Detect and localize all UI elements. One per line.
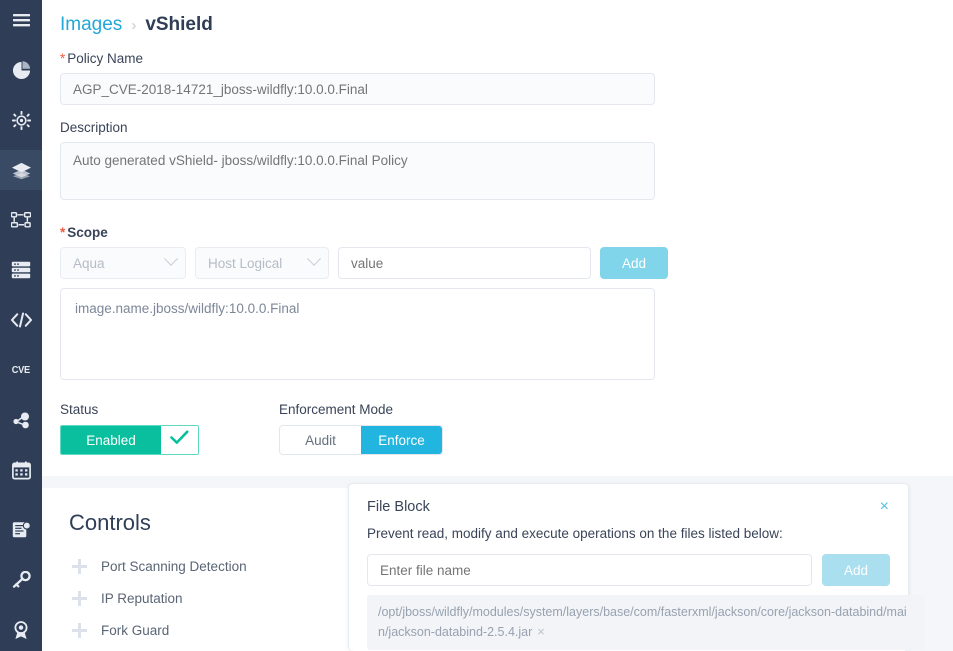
scope-required-asterisk: * [60, 225, 66, 240]
sidebar-item-infrastructure[interactable] [0, 250, 42, 290]
workflow-icon [11, 211, 31, 229]
file-block-input-row: Add [367, 554, 890, 586]
file-block-list-item: /opt/jboss/wildfly/modules/system/layers… [367, 595, 925, 650]
enforcement-label: Enforcement Mode [279, 402, 394, 417]
status-enforcement-row: Status Enabled Enforcement Mode Audit En… [42, 402, 953, 455]
breadcrumb-link-images[interactable]: Images [60, 14, 122, 36]
control-item-label: Port Scanning Detection [101, 558, 247, 574]
sidebar-item-compliance[interactable] [0, 610, 42, 650]
breadcrumb-current: vShield [145, 14, 213, 35]
check-icon [170, 430, 189, 450]
sidebar-item-scheduler[interactable] [0, 450, 42, 490]
plus-icon [72, 558, 87, 574]
plus-icon [72, 590, 87, 606]
hamburger-icon [12, 13, 30, 27]
sidebar-item-workflows[interactable] [0, 200, 42, 240]
sidebar-item-settings-wheel[interactable] [0, 100, 42, 140]
scope-attribute-value: Host Logical [208, 255, 283, 271]
plus-icon [72, 622, 87, 638]
file-block-header: File Block × [367, 499, 890, 516]
file-block-description: Prevent read, modify and execute operati… [367, 526, 783, 541]
control-item-label: Fork Guard [101, 622, 170, 638]
description-textarea[interactable] [60, 142, 655, 200]
sidebar-item-images[interactable] [0, 150, 42, 190]
chevron-down-icon [306, 251, 322, 266]
scope-provider-select[interactable]: Aqua [60, 247, 186, 279]
file-block-title: File Block [367, 499, 430, 515]
remove-file-icon[interactable]: × [537, 624, 545, 639]
policy-name-field: * Policy Name [42, 51, 953, 105]
status-group: Status Enabled [60, 402, 221, 455]
enforcement-option-audit[interactable]: Audit [280, 426, 361, 454]
scope-expression-box[interactable]: image.name.jboss/wildfly:10.0.0.Final [60, 288, 655, 380]
file-path-text: /opt/jboss/wildfly/modules/system/layers… [378, 605, 907, 639]
status-label: Status [60, 402, 99, 417]
report-icon [12, 521, 31, 539]
policy-name-label-text: Policy Name [67, 51, 144, 66]
policy-form-card: Images › vShield *Policy Name Descriptio… [42, 0, 953, 476]
required-asterisk: * [60, 51, 66, 66]
file-name-input[interactable] [367, 554, 813, 586]
scope-attribute-select[interactable]: Host Logical [195, 247, 329, 279]
bottom-section: Controls Port Scanning Detection IP Repu… [42, 483, 953, 651]
scope-controls-row: Aqua Host Logical Add [60, 247, 953, 279]
enforcement-segmented-control: Audit Enforce [279, 425, 443, 455]
scope-expression-text: image.name.jboss/wildfly:10.0.0.Final [75, 301, 300, 316]
server-icon [11, 261, 31, 279]
scope-value-input[interactable] [338, 247, 591, 279]
policy-name-input[interactable] [60, 73, 655, 105]
status-toggle[interactable]: Enabled [60, 425, 199, 455]
status-toggle-check[interactable] [161, 426, 198, 454]
sidebar-item-vulnerabilities[interactable]: CVE [0, 350, 42, 390]
description-label: Description [60, 120, 128, 135]
description-field: Description [42, 120, 953, 205]
enforcement-group: Enforcement Mode Audit Enforce [279, 402, 443, 455]
sidebar-item-reports[interactable] [0, 510, 42, 550]
scope-provider-value: Aqua [73, 255, 105, 271]
sidebar-item-dashboard[interactable] [0, 50, 42, 90]
scope-label: * Scope [60, 225, 953, 240]
scope-add-button[interactable]: Add [600, 247, 668, 279]
breadcrumb: Images › vShield [42, 0, 953, 36]
sidebar-item-clusters[interactable] [0, 400, 42, 440]
chevron-down-icon [163, 251, 179, 266]
ship-wheel-icon [11, 110, 31, 130]
enforcement-option-enforce[interactable]: Enforce [361, 426, 442, 454]
app-root: CVE Images › vShield * Policy Name AGP_C… [0, 0, 953, 651]
main-content: Images › vShield *Policy Name Descriptio… [42, 0, 953, 651]
layers-icon [11, 161, 32, 180]
molecule-icon [11, 412, 31, 429]
sidebar-item-code[interactable] [0, 300, 42, 340]
award-icon [12, 620, 30, 640]
close-icon[interactable]: × [879, 499, 890, 515]
scope-field: *Scope Aqua Host Logical Add image.na [42, 225, 953, 380]
sidebar-item-secrets[interactable] [0, 560, 42, 600]
cve-icon: CVE [11, 364, 31, 376]
file-block-panel: File Block × Prevent read, modify and ex… [348, 483, 925, 651]
policy-name-label: * Policy Name [60, 51, 953, 66]
sidebar-item-menu-toggle[interactable] [0, 0, 42, 40]
main-sidebar: CVE [0, 0, 42, 651]
breadcrumb-separator-icon: › [131, 16, 137, 34]
file-block-add-button[interactable]: Add [822, 554, 890, 586]
control-item-label: IP Reputation [101, 590, 183, 606]
code-icon [10, 312, 32, 328]
key-icon [11, 571, 31, 589]
scope-label-text: Scope [67, 225, 108, 240]
calendar-icon [11, 460, 31, 480]
status-toggle-enabled[interactable]: Enabled [61, 426, 161, 454]
pie-chart-icon [12, 60, 31, 80]
